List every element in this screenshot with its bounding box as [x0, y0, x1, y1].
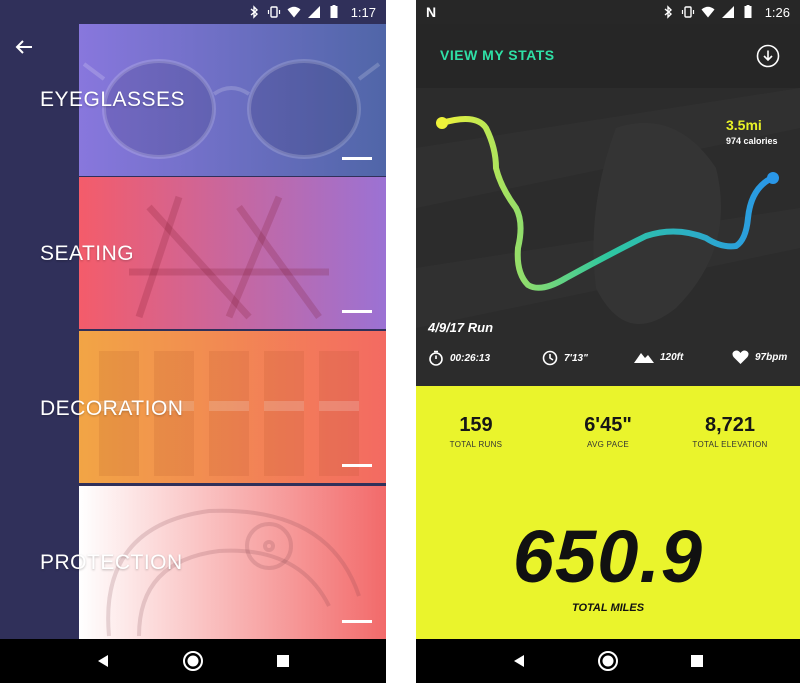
- stats-header: VIEW MY STATS: [416, 24, 800, 88]
- vibrate-icon: [681, 6, 694, 18]
- nav-recents-icon[interactable]: [275, 653, 291, 669]
- mountain-icon: [634, 353, 654, 363]
- heart-icon: [732, 350, 749, 364]
- map-stat-value: 00:26:13: [450, 352, 491, 364]
- map-stat-value: 97bpm: [755, 352, 788, 363]
- summary-label: AVG PACE: [586, 440, 630, 449]
- nav-home-icon[interactable]: [182, 650, 204, 672]
- notification-n-icon: N: [426, 4, 437, 20]
- summary-avg-pace: 6'45" AVG PACE: [548, 414, 668, 449]
- map-stat-heart-rate: 97bpm: [732, 350, 787, 365]
- calories-value: 974 calories: [726, 136, 778, 146]
- battery-icon: [330, 5, 338, 18]
- map-stat-elevation: 120ft: [634, 350, 683, 364]
- category-label-seating: SEATING: [40, 242, 135, 265]
- summary-total-runs: 159 TOTAL RUNS: [416, 414, 536, 449]
- route-start-point: [436, 117, 448, 129]
- nav-back-icon[interactable]: [95, 653, 111, 669]
- download-icon[interactable]: [756, 44, 780, 68]
- nav-home-icon[interactable]: [597, 650, 619, 672]
- status-time: 1:17: [350, 4, 376, 20]
- right-phone-screen: N 1:26 VIEW MY STATS 3.5mi 974 calories …: [416, 0, 800, 683]
- nav-back-icon[interactable]: [511, 653, 527, 669]
- summary-value: 159: [459, 414, 493, 436]
- route-end-point: [767, 172, 779, 184]
- card-dash: [342, 464, 372, 467]
- wifi-icon: [701, 6, 715, 18]
- run-date: 4/9/17 Run: [428, 320, 494, 335]
- card-dash: [342, 310, 372, 313]
- battery-icon: [744, 5, 752, 18]
- status-time: 1:26: [764, 4, 790, 20]
- map-stat-duration: 00:26:13: [428, 350, 490, 366]
- signal-icon: [721, 6, 734, 18]
- summary-label: TOTAL ELEVATION: [692, 440, 768, 449]
- map-stat-value: 120ft: [660, 351, 684, 363]
- total-miles-label: TOTAL MILES: [571, 602, 645, 614]
- nav-bar: [416, 639, 800, 683]
- summary-label: TOTAL RUNS: [449, 440, 503, 449]
- summary-value: 8,721: [704, 414, 756, 436]
- nav-recents-icon[interactable]: [689, 653, 705, 669]
- total-miles-value: 650.9: [512, 515, 704, 598]
- distance-value: 3.5mi: [726, 117, 762, 133]
- wifi-icon: [287, 6, 301, 18]
- category-label-decoration: DECORATION: [40, 397, 184, 420]
- category-label-eyeglasses: EYEGLASSES: [40, 88, 186, 111]
- status-bar: N 1:26: [416, 0, 800, 24]
- map-stat-pace: 7'13": [542, 350, 588, 366]
- left-phone-screen: 1:17 EYEGLASSES SEATING DECORATION PROTE…: [0, 0, 386, 683]
- summary-value: 6'45": [584, 414, 632, 436]
- card-dash: [342, 157, 372, 160]
- status-bar: 1:17: [0, 0, 386, 24]
- clock-icon: [542, 350, 558, 366]
- map-stat-value: 7'13": [564, 352, 588, 364]
- category-label-protection: PROTECTION: [40, 551, 183, 574]
- bluetooth-icon: [664, 5, 672, 19]
- nav-bar: [0, 639, 386, 683]
- vibrate-icon: [267, 6, 280, 18]
- bluetooth-icon: [250, 5, 258, 19]
- signal-icon: [307, 6, 320, 18]
- stopwatch-icon: [429, 350, 443, 366]
- back-arrow-icon[interactable]: [12, 35, 36, 59]
- view-my-stats-title[interactable]: VIEW MY STATS: [440, 47, 555, 63]
- card-dash: [342, 620, 372, 623]
- run-map: 3.5mi 974 calories 4/9/17 Run 00:26:13 7…: [416, 88, 800, 386]
- stats-summary-panel: 159 TOTAL RUNS 6'45" AVG PACE 8,721 TOTA…: [416, 386, 800, 639]
- summary-total-elevation: 8,721 TOTAL ELEVATION: [670, 414, 790, 449]
